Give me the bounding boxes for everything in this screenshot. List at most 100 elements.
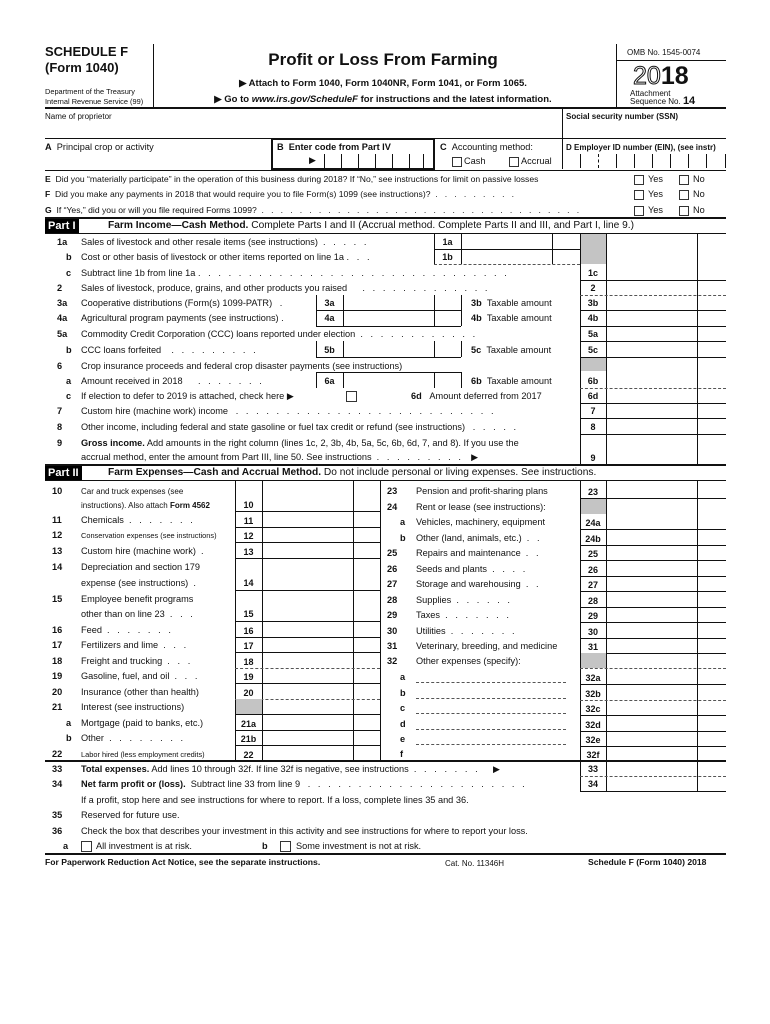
accrual-method-checkbox[interactable] [509, 157, 519, 167]
line-16-amount-input[interactable] [264, 625, 352, 637]
line-32c-specify-field[interactable] [416, 713, 566, 714]
line-1c-label: Subtract line 1b from line 1a [81, 268, 196, 278]
question-f-text: Did you make any payments in 2018 that w… [55, 189, 431, 199]
line-32b-amount-input[interactable] [608, 688, 696, 700]
line-32a-amount-input[interactable] [608, 672, 696, 684]
line-1c-amount-input[interactable] [608, 266, 696, 279]
line-6b-amount-input[interactable] [608, 374, 696, 387]
line-32b-description-input[interactable] [416, 687, 566, 698]
line-27-label: Storage and warehousing [416, 579, 521, 589]
line-32d-specify-field[interactable] [416, 729, 566, 730]
question-e-yes-checkbox[interactable] [634, 175, 644, 185]
line-1b-amount-input[interactable] [463, 251, 551, 263]
line-30-number: 30 [387, 626, 398, 636]
line-31-amount-input[interactable] [608, 641, 696, 653]
line-21b-amount-input[interactable] [264, 733, 352, 745]
line-2-amount-input[interactable] [608, 282, 696, 295]
line-24-text: Rent or lease (see instructions): [416, 502, 546, 513]
line-4b-amount-input[interactable] [608, 312, 696, 325]
line-14-amount-input[interactable] [264, 577, 352, 589]
line-32d-number: d [400, 719, 406, 729]
line-5b-amount-input[interactable] [345, 343, 433, 355]
line-25-amount-input[interactable] [608, 548, 696, 560]
line-6d-amount-input[interactable] [608, 390, 696, 403]
line-6-label: Crop insurance proceeds and federal crop… [81, 361, 403, 371]
line-33-amount-input[interactable] [608, 763, 696, 776]
line-30-amount-input[interactable] [608, 626, 696, 638]
cash-method-checkbox[interactable] [452, 157, 462, 167]
line-18-amount-input[interactable] [264, 656, 352, 668]
line-10-amount-input[interactable] [264, 499, 352, 511]
question-g-no-checkbox[interactable] [679, 206, 689, 216]
line-32d-description-input[interactable] [416, 718, 566, 729]
line-24a-amount-input[interactable] [608, 517, 696, 529]
line-32e-description-input[interactable] [416, 733, 566, 744]
ssn-input[interactable] [566, 121, 724, 137]
line-9-amount-input[interactable] [608, 448, 696, 462]
schedule-name: SCHEDULE F [45, 44, 129, 59]
proprietor-name-input[interactable] [45, 121, 555, 137]
line-29-amount-input[interactable] [608, 610, 696, 622]
line-12-amount-input[interactable] [264, 530, 352, 542]
line-28-amount-input[interactable] [608, 595, 696, 607]
line-32e-amount-input[interactable] [608, 734, 696, 746]
line-19-amount-input[interactable] [264, 671, 352, 683]
box-24a-label: 24a [585, 518, 601, 528]
line-3a-amount-input[interactable] [345, 297, 433, 309]
box-32c-label: 32c [585, 704, 601, 714]
question-f-yes-checkbox[interactable] [634, 190, 644, 200]
line-21b-label: Other [81, 733, 104, 743]
line-34-amount-input[interactable] [608, 778, 696, 791]
line-11-number: 11 [52, 515, 62, 525]
line-6a-number: a [66, 376, 72, 386]
line-26-amount-input[interactable] [608, 564, 696, 576]
line-32a-description-input[interactable] [416, 671, 566, 682]
line-21a-text: Mortgage (paid to banks, etc.) [81, 718, 203, 729]
line-32b-specify-field[interactable] [416, 698, 566, 699]
line-9-label-2: accrual method, enter the amount from Pa… [81, 452, 372, 462]
line-20-amount-input[interactable] [264, 687, 352, 699]
line-4a-amount-input[interactable] [345, 312, 433, 324]
line-3b-text: 3b Taxable amount [471, 298, 552, 309]
question-e-no-label: No [693, 174, 705, 184]
line-3a-text: Cooperative distributions (Form(s) 1099-… [81, 298, 283, 308]
some-not-at-risk-checkbox[interactable] [280, 841, 291, 852]
line-7-number: 7 [57, 406, 63, 416]
line-34-text: Net farm profit or (loss). Subtract line… [81, 779, 525, 789]
irs-link[interactable]: www.irs.gov/ScheduleF [252, 94, 358, 105]
line-5a-amount-input[interactable] [608, 328, 696, 341]
line-22-label: Labor hired (less employment credits) [81, 750, 205, 759]
line-23-amount-input[interactable] [608, 486, 696, 498]
line-6c-checkbox[interactable] [346, 391, 357, 402]
line-1c-number: c [66, 268, 72, 278]
line-32e-specify-field[interactable] [416, 744, 566, 745]
line-32d-amount-input[interactable] [608, 719, 696, 731]
box-19-label: 19 [243, 672, 254, 682]
line-23-text: Pension and profit-sharing plans [416, 486, 548, 497]
line-5c-amount-input[interactable] [608, 343, 696, 356]
line-1b-text: Cost or other basis of livestock or othe… [81, 252, 370, 262]
line-1a-amount-input[interactable] [463, 236, 551, 248]
line-7-amount-input[interactable] [608, 405, 696, 418]
question-f-no-checkbox[interactable] [679, 190, 689, 200]
line-24a-number: a [400, 517, 406, 527]
line-21a-number: a [66, 718, 72, 728]
line-32c-amount-input[interactable] [608, 703, 696, 715]
line-32c-description-input[interactable] [416, 702, 566, 713]
line-11-amount-input[interactable] [264, 515, 352, 527]
line-17-amount-input[interactable] [264, 640, 352, 652]
line-21a-amount-input[interactable] [264, 718, 352, 730]
principal-crop-input[interactable] [45, 153, 265, 167]
question-e-no-checkbox[interactable] [679, 175, 689, 185]
line-3b-amount-input[interactable] [608, 297, 696, 310]
all-at-risk-checkbox[interactable] [81, 841, 92, 852]
line-b-label: Enter code from Part IV [288, 142, 391, 152]
line-32a-specify-field[interactable] [416, 682, 566, 683]
line-15-amount-input[interactable] [264, 608, 352, 620]
line-8-amount-input[interactable] [608, 421, 696, 434]
line-13-amount-input[interactable] [264, 546, 352, 558]
line-6a-amount-input[interactable] [345, 374, 433, 386]
line-24b-amount-input[interactable] [608, 533, 696, 545]
line-27-amount-input[interactable] [608, 579, 696, 591]
question-g-yes-checkbox[interactable] [634, 206, 644, 216]
